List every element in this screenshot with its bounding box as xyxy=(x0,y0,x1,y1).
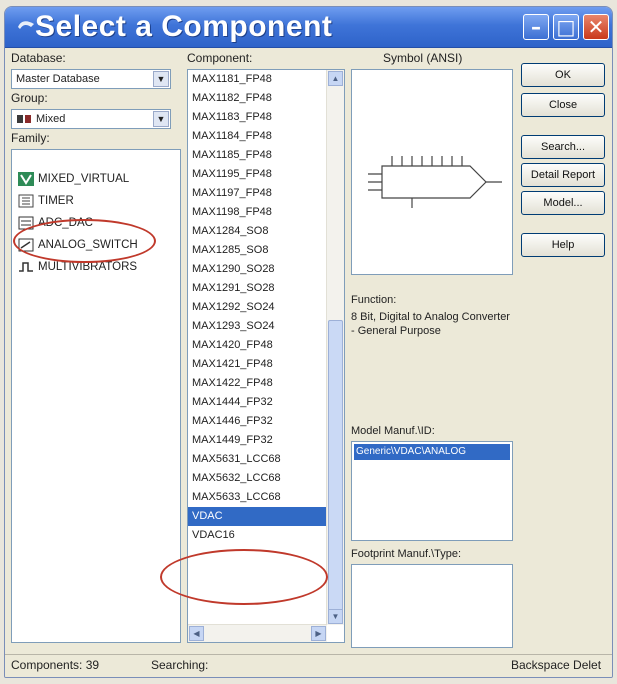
scroll-thumb[interactable] xyxy=(328,320,343,620)
ok-button[interactable]: OK xyxy=(521,63,605,87)
component-item[interactable]: MAX1185_FP48 xyxy=(188,146,344,165)
database-select[interactable]: Master Database ▼ xyxy=(11,69,171,89)
database-label: Database: xyxy=(11,51,66,65)
component-count: Components: 39 xyxy=(11,658,100,672)
footprint-list[interactable] xyxy=(351,564,513,648)
symbol-label: Symbol (ANSI) xyxy=(383,51,463,65)
help-button[interactable]: Help xyxy=(521,233,605,257)
highlight-circle-vdac xyxy=(160,549,328,605)
model-button[interactable]: Model... xyxy=(521,191,605,215)
component-horizontal-scrollbar[interactable]: ◀ ▶ xyxy=(188,624,327,642)
model-list[interactable]: Generic\VDAC\ANALOG xyxy=(351,441,513,541)
component-item[interactable]: MAX1197_FP48 xyxy=(188,184,344,203)
timer-icon xyxy=(18,194,34,208)
family-item-timer[interactable]: TIMER xyxy=(12,190,180,212)
model-selected-item[interactable]: Generic\VDAC\ANALOG xyxy=(354,444,510,460)
model-label: Model Manuf.\ID: xyxy=(351,425,435,437)
component-item[interactable]: MAX1195_FP48 xyxy=(188,165,344,184)
database-value: Master Database xyxy=(16,73,100,85)
function-label: Function: xyxy=(351,294,397,306)
window-title: Select a Component xyxy=(35,10,333,43)
family-item-mixed-virtual[interactable]: MIXED_VIRTUAL xyxy=(12,168,180,190)
component-item[interactable]: MAX5633_LCC68 xyxy=(188,488,344,507)
status-bar: Components: 39 Searching: Backspace Dele… xyxy=(5,654,612,677)
group-label: Group: xyxy=(11,91,48,105)
function-text: 8 Bit, Digital to Analog Converter - Gen… xyxy=(351,311,510,337)
component-item[interactable]: VDAC16 xyxy=(188,526,344,545)
chevron-down-icon[interactable]: ▼ xyxy=(153,71,169,87)
component-item[interactable]: MAX1420_FP48 xyxy=(188,336,344,355)
component-item[interactable]: MAX1198_FP48 xyxy=(188,203,344,222)
highlight-circle-adc-dac xyxy=(13,219,156,263)
component-item[interactable]: MAX1291_SO28 xyxy=(188,279,344,298)
component-item[interactable]: MAX1422_FP48 xyxy=(188,374,344,393)
detail-report-button[interactable]: Detail Report xyxy=(521,163,605,187)
select-component-dialog: Select a Component – □ ✕ Database: Maste… xyxy=(4,6,613,678)
app-logo-icon xyxy=(18,21,34,29)
scroll-up-icon[interactable]: ▲ xyxy=(328,71,343,86)
maximize-button[interactable]: □ xyxy=(553,14,579,40)
scroll-down-icon[interactable]: ▼ xyxy=(328,609,343,624)
chevron-down-icon[interactable]: ▼ xyxy=(153,111,169,127)
dac-symbol-icon xyxy=(368,156,502,208)
component-item[interactable]: MAX5631_LCC68 xyxy=(188,450,344,469)
component-item[interactable]: MAX1184_FP48 xyxy=(188,127,344,146)
scroll-left-icon[interactable]: ◀ xyxy=(189,626,204,641)
minimize-button[interactable]: – xyxy=(523,14,549,40)
searching-label: Searching: xyxy=(151,658,209,672)
component-item[interactable]: MAX1293_SO24 xyxy=(188,317,344,336)
symbol-preview xyxy=(351,69,513,275)
component-item[interactable]: MAX1284_SO8 xyxy=(188,222,344,241)
minimize-icon: – xyxy=(531,15,541,39)
family-label: Family: xyxy=(11,131,50,145)
maximize-icon: □ xyxy=(556,15,576,39)
search-button[interactable]: Search... xyxy=(521,135,605,159)
component-item[interactable]: MAX1444_FP32 xyxy=(188,393,344,412)
close-window-button[interactable]: ✕ xyxy=(583,14,609,40)
scroll-right-icon[interactable]: ▶ xyxy=(311,626,326,641)
group-select[interactable]: Mixed ▼ xyxy=(11,109,171,129)
component-item[interactable]: MAX1181_FP48 xyxy=(188,70,344,89)
mixed-group-icon xyxy=(17,115,31,123)
mixed-virtual-icon xyxy=(18,172,34,186)
multivibrator-icon xyxy=(19,262,33,272)
title-bar[interactable]: Select a Component – □ ✕ xyxy=(5,7,612,48)
component-vertical-scrollbar[interactable]: ▲ ▼ xyxy=(326,70,344,625)
footprint-label: Footprint Manuf.\Type: xyxy=(351,548,462,560)
component-items: MAX1181_FP48 MAX1182_FP48 MAX1183_FP48 MAX1… xyxy=(188,70,344,545)
component-item[interactable]: MAX1182_FP48 xyxy=(188,89,344,108)
component-item[interactable]: MAX1292_SO24 xyxy=(188,298,344,317)
group-value: Mixed xyxy=(36,113,66,125)
close-button[interactable]: Close xyxy=(521,93,605,117)
component-label: Component: xyxy=(187,51,253,65)
status-right-text: Backspace Delet xyxy=(511,658,602,672)
component-item[interactable]: MAX1285_SO8 xyxy=(188,241,344,260)
component-item[interactable]: MAX1421_FP48 xyxy=(188,355,344,374)
component-item[interactable]: MAX1290_SO28 xyxy=(188,260,344,279)
component-item[interactable]: MAX1446_FP32 xyxy=(188,412,344,431)
component-item[interactable]: MAX5632_LCC68 xyxy=(188,469,344,488)
component-item[interactable]: VDAC xyxy=(188,507,344,526)
component-item[interactable]: MAX1183_FP48 xyxy=(188,108,344,127)
close-icon: ✕ xyxy=(587,15,605,39)
component-item[interactable]: MAX1449_FP32 xyxy=(188,431,344,450)
